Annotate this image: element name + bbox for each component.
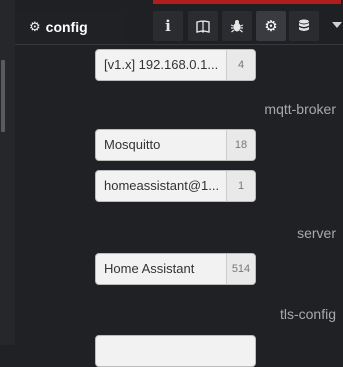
chevron-down-icon[interactable] — [332, 22, 342, 28]
config-node-label: [v1.x] 192.168.0.1... — [104, 57, 219, 72]
config-node-item[interactable] — [95, 335, 256, 367]
database-icon — [299, 19, 309, 31]
config-node-usage-count: 514 — [226, 254, 255, 284]
gear-icon: ⚙ — [29, 19, 41, 34]
gear-icon: ⚙ — [264, 18, 278, 35]
debug-button[interactable] — [222, 11, 252, 41]
left-scroll-strip — [0, 0, 16, 345]
config-node-label: Mosquitto — [104, 137, 161, 152]
section-header-mqtt-broker[interactable]: mqtt-broker — [264, 101, 336, 117]
context-button[interactable] — [289, 11, 319, 41]
config-node-label — [96, 336, 255, 366]
config-node-item[interactable]: [v1.x] 192.168.0.1... 4 — [95, 49, 256, 81]
config-node-label: homeassistant@1... — [104, 178, 220, 193]
sidebar-header: ⚙ config i ⚙ — [15, 0, 343, 45]
bug-icon — [230, 20, 244, 33]
info-icon: i — [165, 17, 171, 35]
info-button[interactable]: i — [153, 11, 183, 41]
tab-config-label: config — [45, 19, 88, 35]
book-icon — [196, 19, 210, 33]
config-node-item[interactable]: Home Assistant 514 — [95, 253, 256, 285]
help-button[interactable] — [188, 11, 218, 41]
config-node-list: [v1.x] 192.168.0.1... 4 mqtt-broker Mosq… — [15, 45, 343, 367]
config-node-usage-count: 1 — [226, 171, 255, 201]
scrollbar-thumb[interactable] — [1, 60, 5, 132]
accent-bar — [153, 0, 341, 4]
config-node-item[interactable]: homeassistant@1... 1 — [95, 170, 256, 202]
tab-config[interactable]: ⚙ config — [17, 10, 123, 44]
config-button[interactable]: ⚙ — [256, 11, 286, 41]
config-node-usage-count: 4 — [226, 50, 255, 80]
config-node-usage-count: 18 — [226, 130, 255, 160]
section-header-tls-config[interactable]: tls-config — [280, 306, 336, 322]
config-node-label: Home Assistant — [104, 261, 195, 276]
section-header-server[interactable]: server — [297, 225, 336, 241]
config-node-item[interactable]: Mosquitto 18 — [95, 129, 256, 161]
